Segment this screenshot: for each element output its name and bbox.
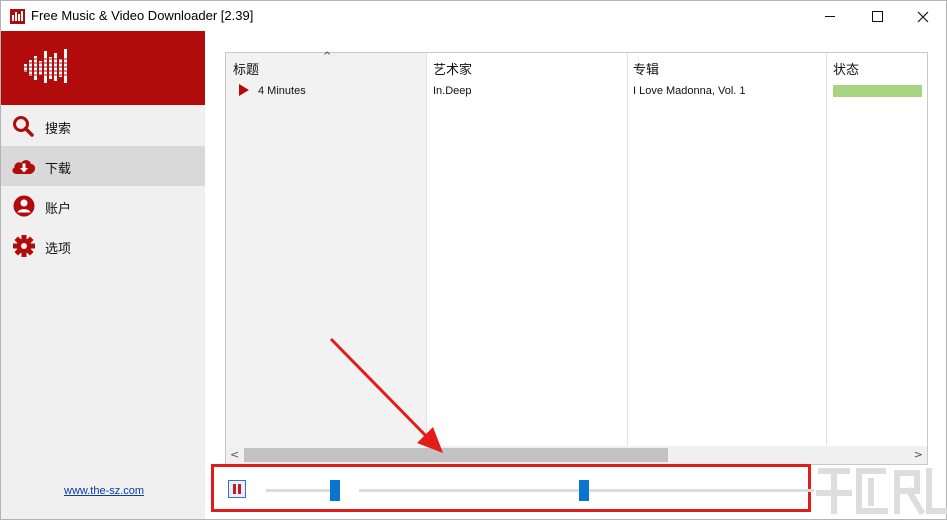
gear-icon [13,235,35,257]
annotation-arrow-icon [329,337,443,453]
website-link[interactable]: www.the-sz.com [64,485,144,497]
seek-track[interactable] [266,489,336,492]
minimize-icon [825,16,835,17]
column-header-status[interactable]: 状态 [833,59,859,78]
scroll-right-icon[interactable]: > [914,448,923,461]
sidebar-item-options[interactable]: 选项 [1,226,205,266]
close-button[interactable] [900,1,946,31]
sidebar-item-account[interactable]: 账户 [1,186,205,226]
play-icon[interactable] [239,84,249,96]
sidebar-item-label: 搜索 [45,122,72,137]
pause-button[interactable] [228,480,246,498]
seek-slider-handle[interactable] [330,480,340,501]
maximize-icon [871,11,883,22]
column-album: 专辑 I Love Madonna, Vol. 1 [628,53,827,446]
cloud-download-icon [12,160,36,174]
app-logo-icon [10,9,25,24]
sidebar-item-label: 账户 [45,202,72,217]
user-icon [13,195,35,217]
status-progress-bar [833,85,922,97]
column-header-artist[interactable]: 艺术家 [433,59,472,78]
search-icon [13,116,34,137]
player-controls [211,464,814,512]
column-header-title[interactable]: 标题 [233,59,259,78]
app-window: Free Music & Video Downloader [2.39] 搜索 … [0,0,947,520]
column-status: 状态 [827,53,925,446]
sidebar-item-search[interactable]: 搜索 [1,106,205,146]
window-title: Free Music & Video Downloader [2.39] [31,8,254,23]
volume-slider-handle[interactable] [579,480,589,501]
sidebar: 搜索 下载 账户 选项 www.the-sz.com [1,31,205,519]
sort-ascending-icon[interactable]: ^ [323,51,331,62]
brand-header [1,31,205,105]
table-cell-artist[interactable]: In.Deep [433,85,472,97]
sidebar-item-label: 下载 [45,162,72,177]
sidebar-item-download[interactable]: 下载 [1,146,205,186]
table-cell-album[interactable]: I Love Madonna, Vol. 1 [633,85,746,97]
watermark-logo [816,468,947,516]
sidebar-item-label: 选项 [45,242,72,257]
waveform-logo-icon [23,49,71,83]
title-bar: Free Music & Video Downloader [2.39] [1,1,946,31]
column-header-album[interactable]: 专辑 [633,59,659,78]
maximize-button[interactable] [854,1,900,31]
close-icon [917,11,929,22]
table-cell-title[interactable]: 4 Minutes [258,85,306,97]
scroll-left-icon[interactable]: < [230,448,239,461]
minimize-button[interactable] [807,1,853,31]
